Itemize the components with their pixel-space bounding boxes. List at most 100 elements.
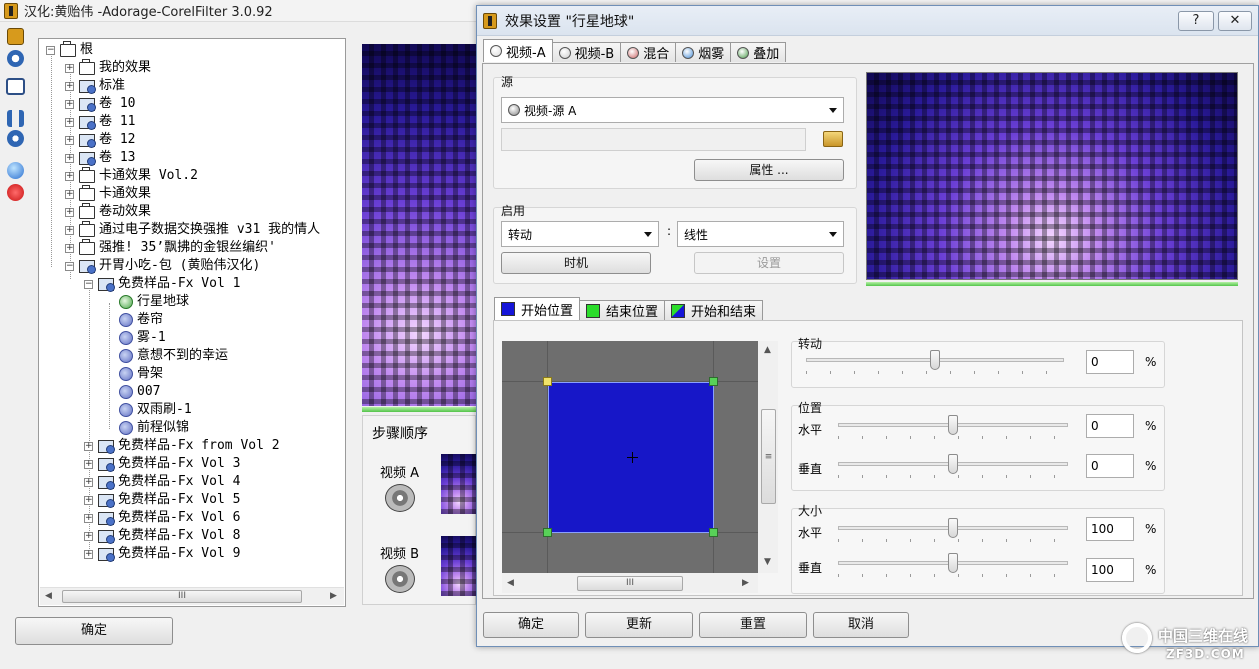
tree-node[interactable]: + 免费样品-Fx Vol 9: [84, 545, 240, 563]
close-button[interactable]: ✕: [1218, 11, 1252, 31]
slider-thumb[interactable]: [948, 454, 958, 474]
tree-node[interactable]: + 卷 12: [65, 131, 135, 149]
expand-icon[interactable]: +: [84, 459, 93, 469]
handle-bottom-left[interactable]: [543, 528, 552, 537]
expand-icon[interactable]: +: [65, 135, 74, 145]
properties-button[interactable]: 属性 ...: [694, 159, 844, 181]
expand-icon[interactable]: +: [84, 513, 93, 523]
position-v-slider[interactable]: [838, 453, 1068, 479]
handle-top-left[interactable]: [543, 377, 552, 386]
slider-thumb[interactable]: [948, 553, 958, 573]
slider-thumb[interactable]: [930, 350, 940, 370]
expand-icon[interactable]: +: [65, 117, 74, 127]
expand-icon[interactable]: +: [84, 549, 93, 559]
scroll-right-icon[interactable]: ▶: [330, 591, 337, 601]
tree-node[interactable]: + 强推! 35’飘拂的金银丝编织': [65, 238, 276, 257]
tab-overlay[interactable]: 叠加: [730, 42, 787, 62]
settings-button[interactable]: 设置: [694, 252, 844, 274]
position-canvas[interactable]: [502, 341, 758, 573]
source-select[interactable]: 视频-源 A: [501, 97, 844, 123]
tree-leaf[interactable]: 双雨刷-1: [119, 401, 192, 419]
dialog-ok-button[interactable]: 确定: [483, 612, 579, 638]
tree-node[interactable]: + 免费样品-Fx Vol 4: [84, 473, 240, 491]
help-button[interactable]: ?: [1178, 11, 1214, 31]
tree-leaf-selected[interactable]: 行星地球: [119, 293, 189, 311]
tab-video-b[interactable]: 视频-B: [551, 42, 622, 62]
expand-icon[interactable]: +: [84, 441, 93, 451]
tree-node[interactable]: + 卷动效果: [65, 202, 151, 221]
monitor-icon[interactable]: [6, 78, 25, 95]
tree-node[interactable]: + 免费样品-Fx from Vol 2: [84, 437, 280, 455]
enable-curve-select[interactable]: 线性: [677, 221, 844, 247]
scroll-thumb[interactable]: III: [577, 576, 683, 591]
collapse-icon[interactable]: −: [84, 279, 93, 289]
expand-icon[interactable]: +: [65, 207, 74, 217]
scroll-right-icon[interactable]: ▶: [742, 578, 749, 588]
step-video-a-thumb[interactable]: [441, 454, 477, 514]
canvas-vertical-scrollbar[interactable]: ▲ ≡ ▼: [758, 341, 778, 573]
globe-icon[interactable]: [7, 162, 24, 179]
scroll-thumb[interactable]: III: [62, 590, 302, 603]
size-v-input[interactable]: 100: [1086, 558, 1134, 582]
rotate-slider[interactable]: [806, 349, 1064, 375]
tree-node[interactable]: + 通过电子数据交换强推 v31 我的情人: [65, 220, 320, 239]
expand-icon[interactable]: +: [84, 495, 93, 505]
tree-node[interactable]: + 标准: [65, 77, 125, 95]
tree-node[interactable]: + 卡通效果: [65, 184, 151, 203]
slider-thumb[interactable]: [948, 415, 958, 435]
size-h-input[interactable]: 100: [1086, 517, 1134, 541]
help-icon[interactable]: [7, 50, 24, 67]
tree-leaf[interactable]: 意想不到的幸运: [119, 347, 228, 365]
rotate-value-input[interactable]: 0: [1086, 350, 1134, 374]
step-video-b-thumb[interactable]: [441, 536, 477, 596]
tab-video-a[interactable]: 视频-A: [483, 39, 553, 62]
center-crosshair-icon[interactable]: [632, 452, 633, 463]
handle-bottom-right[interactable]: [709, 528, 718, 537]
tree-node[interactable]: + 免费样品-Fx Vol 6: [84, 509, 240, 527]
tree-node-group-open[interactable]: − 免费样品-Fx Vol 1: [84, 275, 240, 293]
tree-leaf[interactable]: 前程似锦: [119, 419, 189, 437]
folder-open-icon[interactable]: [823, 131, 843, 147]
update-button[interactable]: 更新: [585, 612, 693, 638]
tree-node[interactable]: + 卡通效果 Vol.2: [65, 166, 198, 185]
tree-node[interactable]: + 免费样品-Fx Vol 5: [84, 491, 240, 509]
tree-node-root[interactable]: − 根: [46, 40, 93, 59]
tab-smoke[interactable]: 烟雾: [675, 42, 732, 62]
timing-button[interactable]: 时机: [501, 252, 651, 274]
enable-mode-select[interactable]: 转动: [501, 221, 659, 247]
expand-icon[interactable]: +: [84, 531, 93, 541]
close-red-icon[interactable]: [7, 184, 24, 201]
tree-leaf[interactable]: 卷帘: [119, 311, 163, 329]
tree-leaf[interactable]: 007: [119, 383, 160, 401]
tree-node[interactable]: + 我的效果: [65, 58, 151, 77]
reset-button[interactable]: 重置: [699, 612, 807, 638]
expand-icon[interactable]: +: [65, 99, 74, 109]
tab-blend[interactable]: 混合: [620, 42, 677, 62]
effects-tree[interactable]: − 根 + 我的效果 + 标准 + 卷 10 + 卷 11 + 卷 12 + 卷 13 + 卡通效果 Vo…: [38, 38, 346, 607]
tree-horizontal-scrollbar[interactable]: ◀ III ▶: [40, 587, 344, 605]
collapse-icon[interactable]: −: [65, 261, 74, 271]
scroll-left-icon[interactable]: ◀: [45, 591, 52, 601]
tree-node[interactable]: + 免费样品-Fx Vol 8: [84, 527, 240, 545]
expand-icon[interactable]: +: [65, 189, 74, 199]
tab-start-and-end[interactable]: 开始和结束: [664, 300, 764, 320]
cancel-button[interactable]: 取消: [813, 612, 909, 638]
tree-node[interactable]: + 卷 11: [65, 113, 135, 131]
position-h-slider[interactable]: [838, 414, 1068, 440]
expand-icon[interactable]: +: [65, 63, 74, 73]
scroll-left-icon[interactable]: ◀: [507, 578, 514, 588]
tree-node[interactable]: + 卷 10: [65, 95, 135, 113]
scroll-up-icon[interactable]: ▲: [764, 345, 771, 355]
slider-thumb[interactable]: [948, 518, 958, 538]
handle-top-right[interactable]: [709, 377, 718, 386]
expand-icon[interactable]: +: [65, 225, 74, 235]
wave-icon[interactable]: [7, 110, 24, 127]
position-h-input[interactable]: 0: [1086, 414, 1134, 438]
tree-node[interactable]: + 免费样品-Fx Vol 3: [84, 455, 240, 473]
tab-start-position[interactable]: 开始位置: [494, 297, 581, 320]
tree-node[interactable]: + 卷 13: [65, 149, 135, 167]
position-v-input[interactable]: 0: [1086, 454, 1134, 478]
expand-icon[interactable]: +: [65, 81, 74, 91]
tree-node[interactable]: − 开胃小吃-包 (黄贻伟汉化): [65, 257, 260, 275]
tree-leaf[interactable]: 雾-1: [119, 329, 166, 347]
